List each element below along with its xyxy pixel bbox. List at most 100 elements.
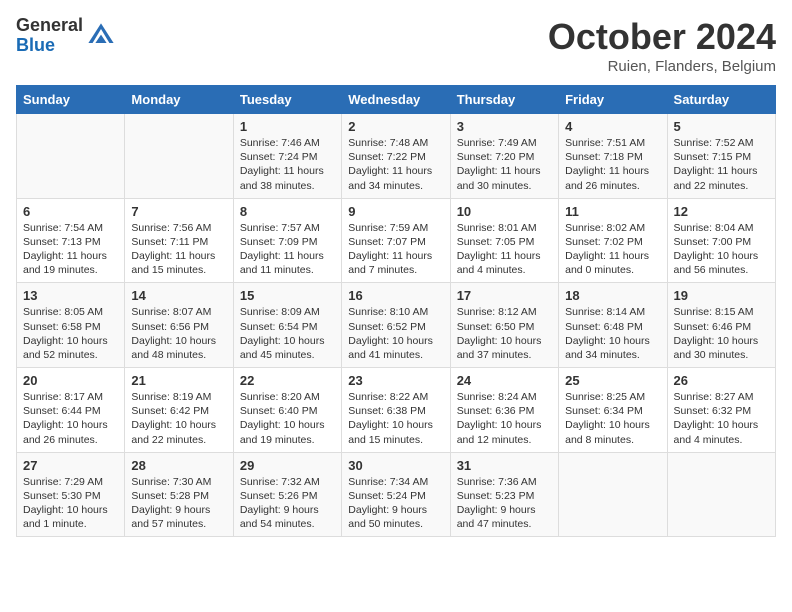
day-number: 2 [348,119,443,134]
day-info: Sunrise: 8:14 AM Sunset: 6:48 PM Dayligh… [565,305,660,362]
calendar-cell: 6 Sunrise: 7:54 AM Sunset: 7:13 PM Daylig… [17,198,125,283]
calendar-cell: 2 Sunrise: 7:48 AM Sunset: 7:22 PM Daylig… [342,114,450,199]
day-number: 18 [565,288,660,303]
day-info: Sunrise: 7:48 AM Sunset: 7:22 PM Dayligh… [348,136,443,193]
calendar-cell: 29Sunrise: 7:32 AM Sunset: 5:26 PM Dayli… [233,452,341,537]
day-number: 4 [565,119,660,134]
calendar-cell: 30 Sunrise: 7:34 AM Sunset: 5:24 PM Dayli… [342,452,450,537]
calendar-cell [125,114,233,199]
day-info: Sunrise: 8:27 AM Sunset: 6:32 PM Dayligh… [674,390,769,447]
day-info: Sunrise: 8:15 AM Sunset: 6:46 PM Dayligh… [674,305,769,362]
calendar-table: SundayMondayTuesdayWednesdayThursdayFrid… [16,85,776,537]
calendar-cell: 22Sunrise: 8:20 AM Sunset: 6:40 PM Dayli… [233,368,341,453]
calendar-body: 1 Sunrise: 7:46 AM Sunset: 7:24 PM Daylig… [17,114,776,537]
logo-icon [87,22,115,50]
day-info: Sunrise: 7:52 AM Sunset: 7:15 PM Dayligh… [674,136,769,193]
day-info: Sunrise: 7:36 AM Sunset: 5:23 PM Dayligh… [457,475,552,532]
day-info: Sunrise: 8:09 AM Sunset: 6:54 PM Dayligh… [240,305,335,362]
calendar-week-2: 13 Sunrise: 8:05 AM Sunset: 6:58 PM Dayli… [17,283,776,368]
day-number: 17 [457,288,552,303]
calendar-cell: 13 Sunrise: 8:05 AM Sunset: 6:58 PM Dayli… [17,283,125,368]
calendar-cell: 20 Sunrise: 8:17 AM Sunset: 6:44 PM Dayli… [17,368,125,453]
calendar-week-3: 20 Sunrise: 8:17 AM Sunset: 6:44 PM Dayli… [17,368,776,453]
header-cell-wednesday: Wednesday [342,86,450,114]
calendar-cell: 16 Sunrise: 8:10 AM Sunset: 6:52 PM Dayli… [342,283,450,368]
header-cell-friday: Friday [559,86,667,114]
calendar-cell: 27 Sunrise: 7:29 AM Sunset: 5:30 PM Dayli… [17,452,125,537]
header-cell-tuesday: Tuesday [233,86,341,114]
calendar-week-1: 6 Sunrise: 7:54 AM Sunset: 7:13 PM Daylig… [17,198,776,283]
day-number: 14 [131,288,226,303]
calendar-cell: 19 Sunrise: 8:15 AM Sunset: 6:46 PM Dayli… [667,283,775,368]
day-number: 9 [348,204,443,219]
day-number: 21 [131,373,226,388]
day-number: 16 [348,288,443,303]
calendar-cell: 14Sunrise: 8:07 AM Sunset: 6:56 PM Dayli… [125,283,233,368]
day-info: Sunrise: 7:46 AM Sunset: 7:24 PM Dayligh… [240,136,335,193]
day-number: 30 [348,458,443,473]
day-number: 11 [565,204,660,219]
day-info: Sunrise: 7:29 AM Sunset: 5:30 PM Dayligh… [23,475,118,532]
calendar-cell: 5 Sunrise: 7:52 AM Sunset: 7:15 PM Daylig… [667,114,775,199]
day-info: Sunrise: 8:05 AM Sunset: 6:58 PM Dayligh… [23,305,118,362]
day-number: 31 [457,458,552,473]
calendar-cell [559,452,667,537]
calendar-cell: 17 Sunrise: 8:12 AM Sunset: 6:50 PM Dayli… [450,283,558,368]
location: Ruien, Flanders, Belgium [548,58,776,75]
calendar-cell: 1 Sunrise: 7:46 AM Sunset: 7:24 PM Daylig… [233,114,341,199]
day-info: Sunrise: 8:17 AM Sunset: 6:44 PM Dayligh… [23,390,118,447]
day-info: Sunrise: 8:25 AM Sunset: 6:34 PM Dayligh… [565,390,660,447]
day-number: 27 [23,458,118,473]
header-cell-sunday: Sunday [17,86,125,114]
day-info: Sunrise: 8:22 AM Sunset: 6:38 PM Dayligh… [348,390,443,447]
day-number: 29 [240,458,335,473]
calendar-header: SundayMondayTuesdayWednesdayThursdayFrid… [17,86,776,114]
month-title: October 2024 [548,16,776,58]
calendar-cell: 11 Sunrise: 8:02 AM Sunset: 7:02 PM Dayli… [559,198,667,283]
day-info: Sunrise: 8:04 AM Sunset: 7:00 PM Dayligh… [674,221,769,278]
day-number: 24 [457,373,552,388]
calendar-cell: 9 Sunrise: 7:59 AM Sunset: 7:07 PM Daylig… [342,198,450,283]
day-number: 19 [674,288,769,303]
day-info: Sunrise: 7:56 AM Sunset: 7:11 PM Dayligh… [131,221,226,278]
day-info: Sunrise: 7:34 AM Sunset: 5:24 PM Dayligh… [348,475,443,532]
header-row: SundayMondayTuesdayWednesdayThursdayFrid… [17,86,776,114]
calendar-cell: 31 Sunrise: 7:36 AM Sunset: 5:23 PM Dayli… [450,452,558,537]
day-info: Sunrise: 7:49 AM Sunset: 7:20 PM Dayligh… [457,136,552,193]
header-cell-monday: Monday [125,86,233,114]
day-number: 15 [240,288,335,303]
calendar-cell: 26Sunrise: 8:27 AM Sunset: 6:32 PM Dayli… [667,368,775,453]
day-number: 13 [23,288,118,303]
calendar-cell: 8Sunrise: 7:57 AM Sunset: 7:09 PM Daylig… [233,198,341,283]
day-number: 23 [348,373,443,388]
day-number: 20 [23,373,118,388]
day-number: 10 [457,204,552,219]
title-area: October 2024 Ruien, Flanders, Belgium [548,16,776,75]
calendar-week-4: 27 Sunrise: 7:29 AM Sunset: 5:30 PM Dayli… [17,452,776,537]
calendar-cell: 24 Sunrise: 8:24 AM Sunset: 6:36 PM Dayli… [450,368,558,453]
day-info: Sunrise: 7:57 AM Sunset: 7:09 PM Dayligh… [240,221,335,278]
day-info: Sunrise: 8:02 AM Sunset: 7:02 PM Dayligh… [565,221,660,278]
calendar-cell: 15 Sunrise: 8:09 AM Sunset: 6:54 PM Dayli… [233,283,341,368]
calendar-cell: 10 Sunrise: 8:01 AM Sunset: 7:05 PM Dayli… [450,198,558,283]
day-number: 28 [131,458,226,473]
day-number: 1 [240,119,335,134]
logo-blue: Blue [16,36,83,56]
day-number: 6 [23,204,118,219]
day-number: 5 [674,119,769,134]
header: General Blue October 2024 Ruien, Flander… [16,16,776,75]
day-info: Sunrise: 8:24 AM Sunset: 6:36 PM Dayligh… [457,390,552,447]
calendar-cell: 23 Sunrise: 8:22 AM Sunset: 6:38 PM Dayli… [342,368,450,453]
day-info: Sunrise: 8:19 AM Sunset: 6:42 PM Dayligh… [131,390,226,447]
day-number: 12 [674,204,769,219]
header-cell-thursday: Thursday [450,86,558,114]
day-info: Sunrise: 8:12 AM Sunset: 6:50 PM Dayligh… [457,305,552,362]
day-info: Sunrise: 7:59 AM Sunset: 7:07 PM Dayligh… [348,221,443,278]
logo: General Blue [16,16,115,56]
day-info: Sunrise: 7:30 AM Sunset: 5:28 PM Dayligh… [131,475,226,532]
calendar-cell: 4Sunrise: 7:51 AM Sunset: 7:18 PM Daylig… [559,114,667,199]
day-info: Sunrise: 8:10 AM Sunset: 6:52 PM Dayligh… [348,305,443,362]
calendar-cell: 21 Sunrise: 8:19 AM Sunset: 6:42 PM Dayli… [125,368,233,453]
day-info: Sunrise: 8:01 AM Sunset: 7:05 PM Dayligh… [457,221,552,278]
day-info: Sunrise: 7:54 AM Sunset: 7:13 PM Dayligh… [23,221,118,278]
